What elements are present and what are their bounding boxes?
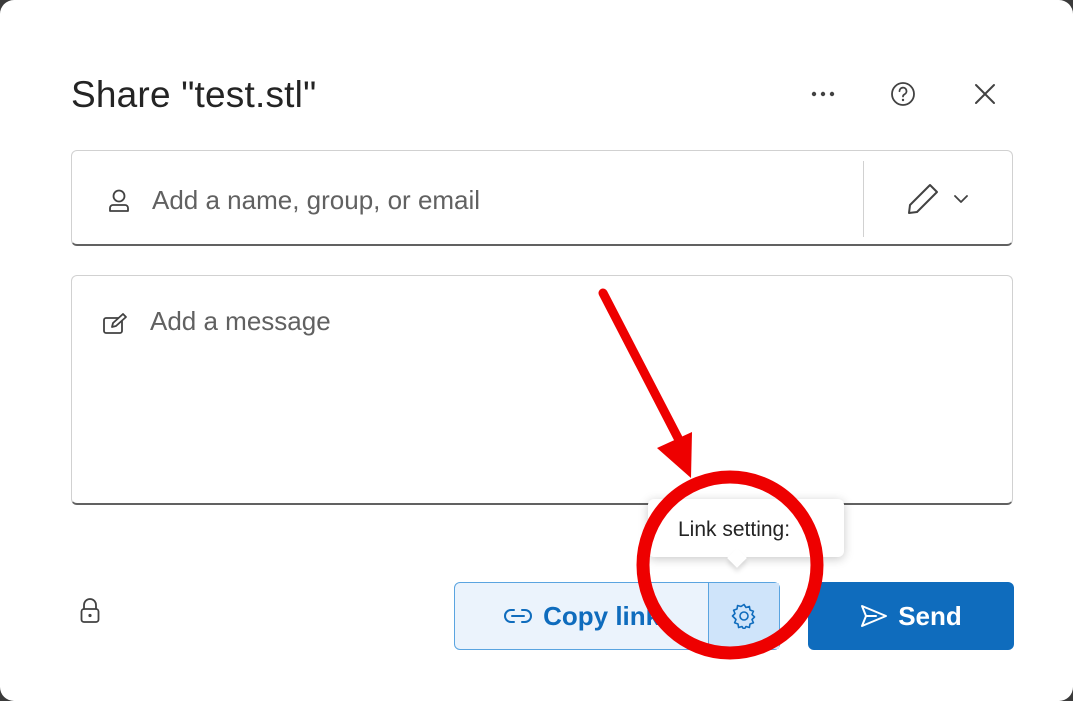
- recipient-input[interactable]: Add a name, group, or email: [152, 185, 480, 216]
- recipient-field[interactable]: Add a name, group, or email: [71, 150, 1013, 246]
- copy-link-label: Copy link: [543, 600, 661, 631]
- lock-icon[interactable]: [80, 598, 100, 624]
- permission-dropdown[interactable]: [877, 169, 997, 229]
- pencil-icon: [908, 184, 938, 214]
- tooltip-text: Link setting:: [678, 518, 791, 541]
- link-settings-button[interactable]: [708, 583, 779, 649]
- share-dialog: Share "test.stl" Add a name, group, or e…: [0, 0, 1073, 701]
- link-icon: [504, 609, 533, 623]
- compose-icon: [103, 313, 127, 334]
- help-button[interactable]: [881, 72, 925, 116]
- tooltip-arrow: [727, 548, 747, 568]
- message-field[interactable]: Add a message: [71, 275, 1013, 505]
- more-options-button[interactable]: [801, 72, 845, 116]
- field-divider: [863, 161, 864, 237]
- copy-link-group: Copy link: [454, 582, 780, 650]
- close-icon: [975, 84, 995, 104]
- link-settings-tooltip: Link setting:: [648, 499, 844, 568]
- chevron-down-icon: [954, 194, 968, 203]
- question-circle-icon: [891, 82, 915, 106]
- send-button[interactable]: Send: [808, 582, 1014, 650]
- send-label: Send: [898, 600, 962, 631]
- copy-link-button[interactable]: Copy link: [455, 583, 708, 649]
- send-icon: [861, 605, 888, 627]
- message-input[interactable]: Add a message: [150, 306, 331, 337]
- gear-icon: [731, 603, 756, 629]
- more-horizontal-icon: [811, 91, 835, 97]
- close-button[interactable]: [963, 72, 1007, 116]
- person-icon: [109, 189, 129, 212]
- dialog-title: Share "test.stl": [71, 74, 317, 115]
